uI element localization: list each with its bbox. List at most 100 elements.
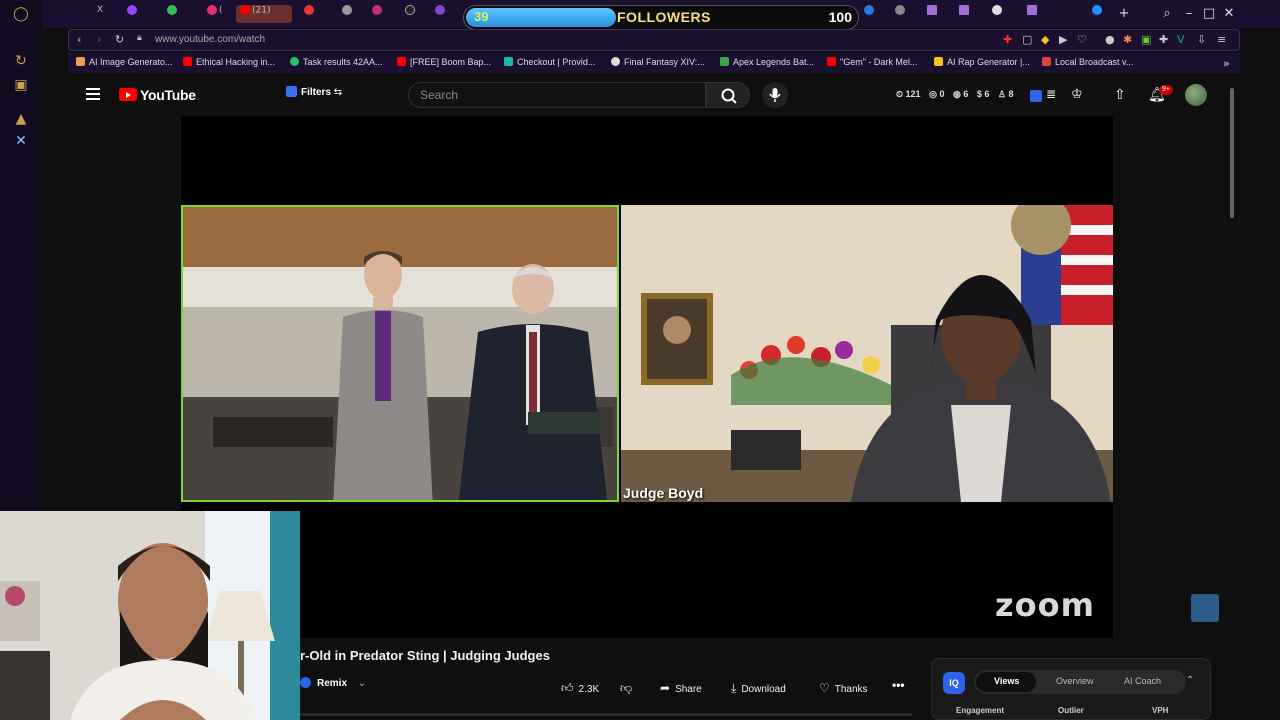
tab-views[interactable]: Views <box>994 676 1019 686</box>
address-bar[interactable]: ‹ › ↻ 🔒︎ www.youtube.com/watch ✚ ▢ ◆ ▶ ♡… <box>68 29 1240 51</box>
tab-ai-coach[interactable]: AI Coach <box>1124 676 1161 686</box>
gray-tab-icon <box>342 5 352 15</box>
vidiq-icon[interactable] <box>1030 90 1042 102</box>
tab-blue[interactable] <box>864 5 894 23</box>
history-icon[interactable]: ↻ <box>12 52 30 70</box>
tab-dark[interactable] <box>405 5 435 23</box>
profile-v-icon[interactable]: V <box>1177 33 1185 46</box>
extension-icon[interactable]: ● <box>1105 33 1115 46</box>
download-button[interactable]: ⤓ Download <box>731 676 786 698</box>
vidiq-badge[interactable]: IQ <box>943 672 965 694</box>
video-player[interactable]: Judge Boyd zoom <box>181 116 1113 638</box>
tab-gray[interactable] <box>342 5 372 23</box>
thanks-button[interactable]: ♡ Thanks <box>819 676 868 698</box>
list-icon[interactable]: ≣ <box>1046 87 1056 101</box>
reload-icon[interactable]: ↻ <box>115 33 124 46</box>
hamburger-menu-icon[interactable] <box>86 88 100 100</box>
tab-purple[interactable] <box>435 5 465 23</box>
filters-button[interactable]: Filters ⇆ <box>286 86 346 106</box>
opera-logo-icon[interactable]: ◯ <box>12 5 30 23</box>
bookmark-item[interactable]: Apex Legends Bat... <box>720 57 814 67</box>
tab-red[interactable] <box>304 5 334 23</box>
new-tab-button[interactable]: + <box>1117 6 1131 21</box>
close-window-button[interactable]: ✕ <box>1222 6 1236 21</box>
bookmark-page-icon[interactable]: ✚ <box>1003 33 1012 46</box>
bookmark-favicon <box>397 57 406 66</box>
tab-gray-2[interactable] <box>895 5 925 23</box>
bookmark-item[interactable]: Task results 42AA... <box>290 57 383 67</box>
maximize-button[interactable]: □ <box>1202 6 1216 21</box>
tab-overview[interactable]: Overview <box>1056 676 1094 686</box>
instagram-tab-icon <box>207 5 217 15</box>
snapshot-icon[interactable]: ▢ <box>1022 33 1032 46</box>
search-input[interactable]: Search <box>420 88 458 102</box>
upload-icon[interactable]: ⇧ <box>1114 87 1126 103</box>
minimize-button[interactable]: – <box>1182 6 1196 21</box>
tab-instagram[interactable]: ( <box>207 5 237 23</box>
extensions-icon[interactable]: ▣ <box>12 76 30 94</box>
blue-tab-icon <box>864 5 874 15</box>
column-engagement: Engagement <box>956 706 1005 715</box>
shield-icon[interactable]: ◆ <box>1041 33 1049 46</box>
award-icon[interactable]: ♔ <box>1071 87 1083 102</box>
heart-icon[interactable]: ♡ <box>1077 33 1087 46</box>
tab-pink[interactable] <box>372 5 402 23</box>
page-scrollbar[interactable] <box>1228 82 1236 712</box>
courtroom-scene <box>183 207 617 500</box>
tab-doc-3[interactable] <box>1027 5 1057 23</box>
bookmark-favicon <box>611 57 620 66</box>
forward-icon[interactable]: › <box>97 33 101 46</box>
bookmark-favicon <box>934 57 943 66</box>
bookmark-item[interactable]: Final Fantasy XIV:... <box>611 57 705 67</box>
bookmark-item[interactable]: "Gem" - Dark Mel... <box>827 57 917 67</box>
more-actions-button[interactable]: ••• <box>892 678 905 692</box>
dark-tab-icon <box>405 5 415 15</box>
bookmark-favicon <box>720 57 729 66</box>
bookmark-item[interactable]: AI Rap Generator |... <box>934 57 1030 67</box>
url-text[interactable]: www.youtube.com/watch <box>155 34 265 45</box>
puzzle-icon[interactable]: ✚ <box>1159 33 1168 46</box>
dislike-button[interactable]: 👎︎ <box>620 676 637 698</box>
extension-2-icon[interactable]: ✱ <box>1123 33 1132 46</box>
voice-search-button[interactable] <box>762 82 788 108</box>
tab-doc[interactable] <box>927 5 957 23</box>
streamer-webcam-overlay <box>0 511 300 720</box>
x-social-icon[interactable]: ✕ <box>12 132 30 150</box>
tab-twitch[interactable] <box>127 5 157 23</box>
youtube-logo-icon[interactable] <box>119 88 137 101</box>
bookmarks-bar: AI Image Generato... Ethical Hacking in.… <box>68 53 1240 73</box>
search-button[interactable] <box>706 82 750 108</box>
tab-doc-2[interactable] <box>959 5 989 23</box>
bookmark-item[interactable]: AI Image Generato... <box>76 57 173 67</box>
bookmarks-overflow-icon[interactable]: » <box>1223 57 1230 70</box>
chevron-up-icon[interactable]: ⌃ <box>1186 675 1194 686</box>
bookmark-item[interactable]: Checkout | Provid... <box>504 57 595 67</box>
pin-icon[interactable]: ▲ <box>12 110 30 128</box>
tab-youtube-active[interactable]: (21) <box>236 5 292 23</box>
back-icon[interactable]: ‹ <box>77 33 81 46</box>
sliders-icon: ⇆ <box>333 87 343 98</box>
tab-github[interactable] <box>992 5 1022 23</box>
tab-x[interactable]: X <box>97 5 127 23</box>
search-box[interactable]: Search <box>408 82 706 108</box>
tab-search-icon[interactable]: ⌕ <box>1160 6 1174 21</box>
judge-chambers-scene <box>621 205 1113 502</box>
tab-green[interactable] <box>167 5 197 23</box>
scrollbar-thumb[interactable] <box>1230 88 1234 218</box>
tab-strip: X (21) ( 39 FOLLOWERS 100 + ⌕ – □ ✕ <box>42 0 1280 30</box>
extension-3-icon[interactable]: ▣ <box>1141 33 1151 46</box>
share-button[interactable]: ➦ Share <box>660 676 702 698</box>
play-icon[interactable]: ▶ <box>1059 33 1067 46</box>
gray-tab-icon <box>895 5 905 15</box>
download-icon[interactable]: ⇩ <box>1197 33 1206 46</box>
bookmark-item[interactable]: Ethical Hacking in... <box>183 57 275 67</box>
participant-tile-courtroom <box>181 205 619 502</box>
remix-button[interactable]: Remix ⌄ <box>300 677 366 699</box>
avatar[interactable] <box>1185 84 1207 106</box>
browser-menu-icon[interactable]: ≡ <box>1217 33 1226 46</box>
extension-floating-button[interactable] <box>1191 594 1219 622</box>
bookmark-item[interactable]: Local Broadcast v... <box>1042 57 1133 67</box>
bookmark-item[interactable]: [FREE] Boom Bap... <box>397 57 491 67</box>
like-button[interactable]: 👍︎ 2.3K <box>561 676 599 698</box>
youtube-logo-text[interactable]: YouTube <box>140 87 196 103</box>
